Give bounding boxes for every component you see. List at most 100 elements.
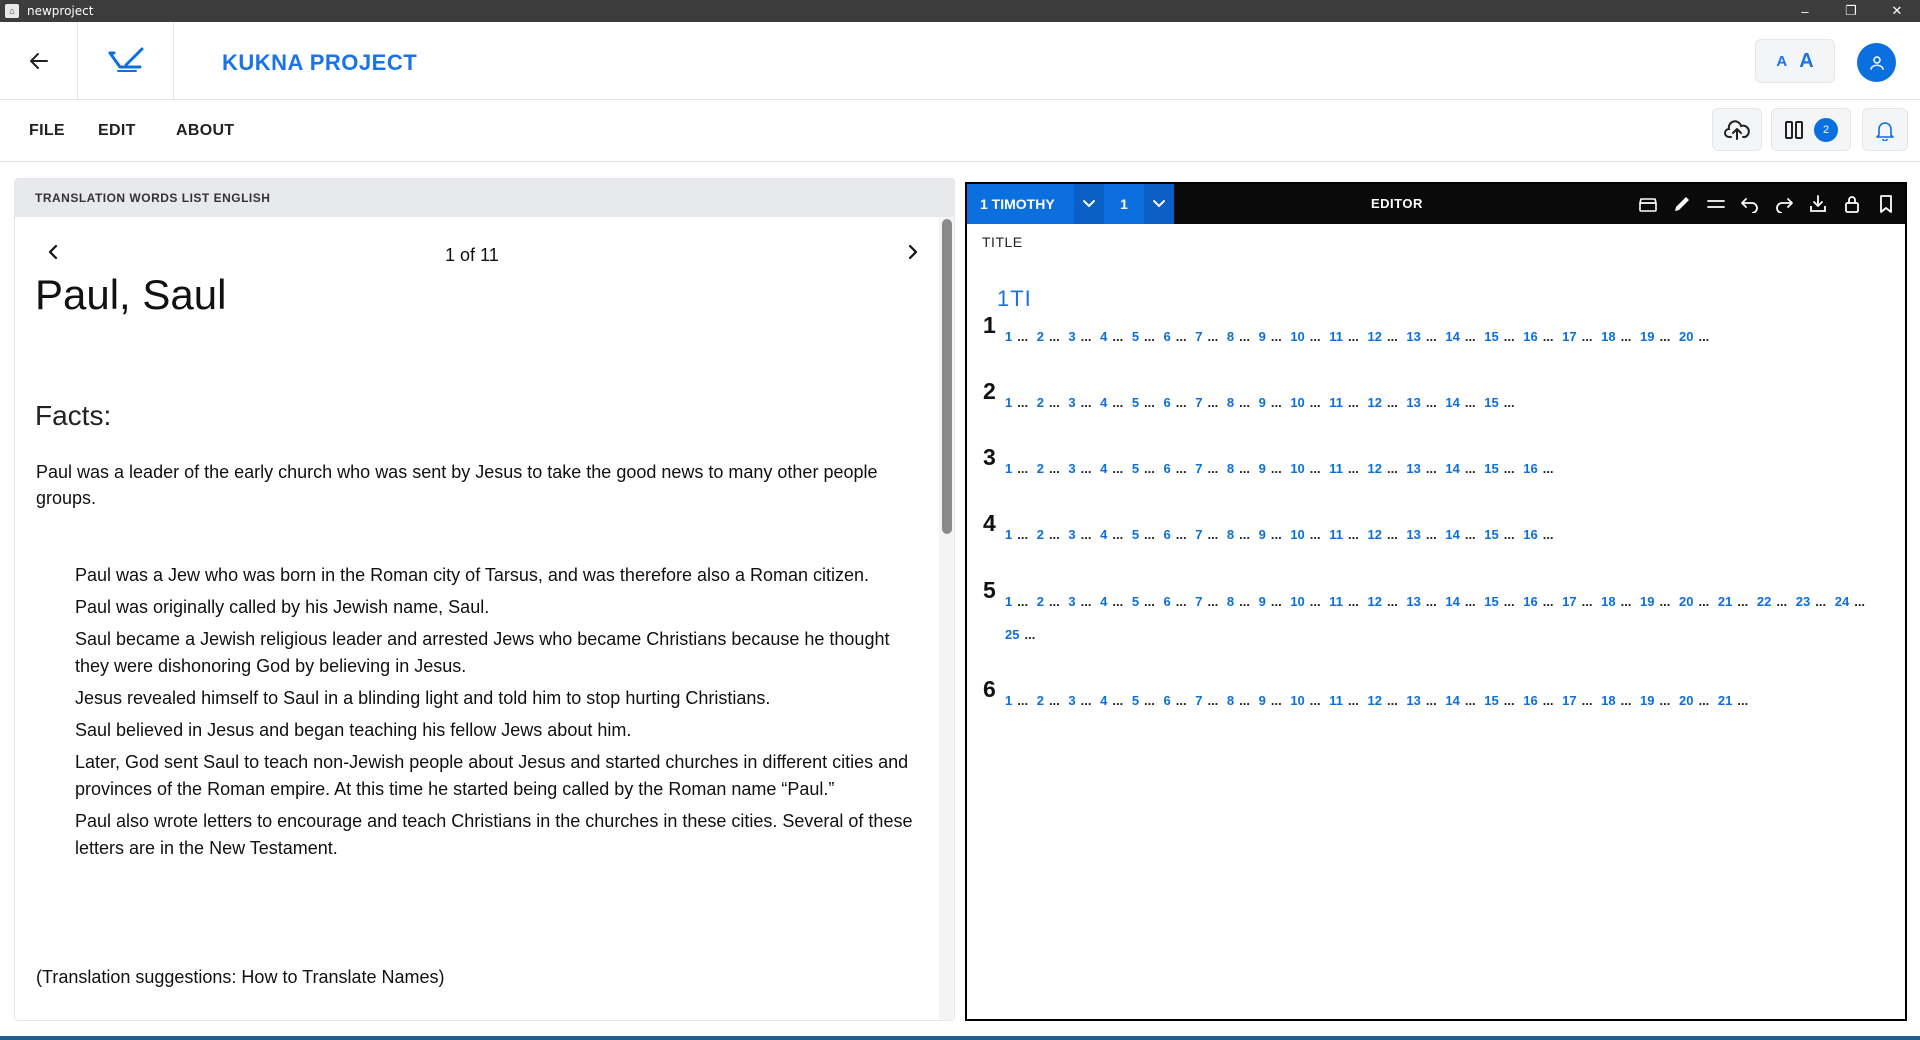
verse-number[interactable]: 12 [1367, 329, 1381, 344]
verse-placeholder[interactable]: ... [1815, 594, 1826, 609]
verse-number[interactable]: 7 [1195, 329, 1202, 344]
verse-placeholder[interactable]: ... [1207, 329, 1218, 344]
verse-number[interactable]: 15 [1484, 693, 1498, 708]
verse-number[interactable]: 2 [1037, 693, 1044, 708]
verse-placeholder[interactable]: ... [1348, 693, 1359, 708]
verse-placeholder[interactable]: ... [1017, 693, 1028, 708]
verse-placeholder[interactable]: ... [1176, 693, 1187, 708]
verse-number[interactable]: 10 [1290, 594, 1304, 609]
verse-placeholder[interactable]: ... [1112, 527, 1123, 542]
verse-number[interactable]: 6 [1164, 395, 1171, 410]
verse-number[interactable]: 11 [1329, 461, 1343, 476]
chapter-selector[interactable]: 1 [1104, 184, 1144, 224]
verse-number[interactable]: 18 [1601, 693, 1615, 708]
verse-placeholder[interactable]: ... [1239, 693, 1250, 708]
verse-number[interactable]: 16 [1523, 527, 1537, 542]
verse-placeholder[interactable]: ... [1348, 395, 1359, 410]
verse-number[interactable]: 7 [1195, 395, 1202, 410]
verse-number[interactable]: 7 [1195, 527, 1202, 542]
verse-placeholder[interactable]: ... [1207, 693, 1218, 708]
pen-button[interactable] [1671, 193, 1693, 215]
close-button[interactable]: ✕ [1874, 0, 1920, 22]
verse-number[interactable]: 14 [1445, 329, 1459, 344]
verse-placeholder[interactable]: ... [1776, 594, 1787, 609]
verse-number[interactable]: 14 [1445, 527, 1459, 542]
verse-number[interactable]: 24 [1835, 594, 1849, 609]
verse-placeholder[interactable]: ... [1112, 395, 1123, 410]
verse-number[interactable]: 9 [1259, 461, 1266, 476]
verse-placeholder[interactable]: ... [1698, 594, 1709, 609]
notifications-button[interactable] [1862, 108, 1908, 151]
verse-number[interactable]: 4 [1100, 594, 1107, 609]
verse-number[interactable]: 2 [1037, 395, 1044, 410]
verse-number[interactable]: 6 [1164, 693, 1171, 708]
verse-placeholder[interactable]: ... [1112, 461, 1123, 476]
verse-number[interactable]: 17 [1562, 594, 1576, 609]
verse-placeholder[interactable]: ... [1239, 395, 1250, 410]
verse-placeholder[interactable]: ... [1348, 329, 1359, 344]
minimize-button[interactable]: – [1782, 0, 1828, 22]
verse-placeholder[interactable]: ... [1017, 329, 1028, 344]
verse-placeholder[interactable]: ... [1017, 461, 1028, 476]
book-selector[interactable]: 1 TIMOTHY [967, 184, 1074, 224]
verse-placeholder[interactable]: ... [1112, 594, 1123, 609]
verse-number[interactable]: 2 [1037, 329, 1044, 344]
verse-placeholder[interactable]: ... [1387, 693, 1398, 708]
menu-edit[interactable]: EDIT [98, 122, 136, 140]
verse-number[interactable]: 17 [1562, 329, 1576, 344]
book-dropdown-button[interactable] [1074, 184, 1104, 224]
verse-number[interactable]: 1 [1005, 395, 1012, 410]
verse-placeholder[interactable]: ... [1387, 527, 1398, 542]
download-button[interactable] [1807, 193, 1829, 215]
font-size-button[interactable]: A A [1755, 39, 1835, 83]
verse-number[interactable]: 4 [1100, 329, 1107, 344]
verse-number[interactable]: 8 [1227, 461, 1234, 476]
verse-placeholder[interactable]: ... [1621, 329, 1632, 344]
verse-number[interactable]: 21 [1718, 693, 1732, 708]
verse-number[interactable]: 5 [1132, 395, 1139, 410]
verse-number[interactable]: 13 [1406, 329, 1420, 344]
verse-number[interactable]: 8 [1227, 693, 1234, 708]
verse-number[interactable]: 12 [1367, 594, 1381, 609]
verse-number[interactable]: 3 [1068, 527, 1075, 542]
verse-placeholder[interactable]: ... [1310, 527, 1321, 542]
verse-number[interactable]: 15 [1484, 461, 1498, 476]
verse-number[interactable]: 4 [1100, 693, 1107, 708]
verse-number[interactable]: 20 [1679, 329, 1693, 344]
verse-number[interactable]: 16 [1523, 329, 1537, 344]
verse-placeholder[interactable]: ... [1049, 329, 1060, 344]
verse-number[interactable]: 8 [1227, 395, 1234, 410]
verse-placeholder[interactable]: ... [1239, 594, 1250, 609]
verse-number[interactable]: 25 [1005, 627, 1019, 642]
verse-placeholder[interactable]: ... [1426, 594, 1437, 609]
next-button[interactable] [901, 237, 925, 267]
verse-placeholder[interactable]: ... [1049, 594, 1060, 609]
verse-placeholder[interactable]: ... [1176, 461, 1187, 476]
verse-placeholder[interactable]: ... [1144, 527, 1155, 542]
verse-number[interactable]: 9 [1259, 527, 1266, 542]
verse-placeholder[interactable]: ... [1310, 693, 1321, 708]
verse-number[interactable]: 12 [1367, 461, 1381, 476]
verse-placeholder[interactable]: ... [1660, 329, 1671, 344]
verse-placeholder[interactable]: ... [1176, 527, 1187, 542]
verse-number[interactable]: 15 [1484, 395, 1498, 410]
verse-number[interactable]: 1 [1005, 693, 1012, 708]
verse-number[interactable]: 6 [1164, 527, 1171, 542]
verse-placeholder[interactable]: ... [1017, 527, 1028, 542]
verse-number[interactable]: 5 [1132, 527, 1139, 542]
verse-placeholder[interactable]: ... [1271, 461, 1282, 476]
verse-number[interactable]: 11 [1329, 527, 1343, 542]
sync-button[interactable] [1712, 108, 1762, 151]
verse-placeholder[interactable]: ... [1310, 461, 1321, 476]
verse-placeholder[interactable]: ... [1426, 527, 1437, 542]
verse-placeholder[interactable]: ... [1543, 693, 1554, 708]
verse-placeholder[interactable]: ... [1698, 693, 1709, 708]
verse-placeholder[interactable]: ... [1144, 693, 1155, 708]
verse-placeholder[interactable]: ... [1698, 329, 1709, 344]
verse-number[interactable]: 7 [1195, 693, 1202, 708]
verse-placeholder[interactable]: ... [1465, 395, 1476, 410]
verse-placeholder[interactable]: ... [1426, 693, 1437, 708]
verse-number[interactable]: 20 [1679, 693, 1693, 708]
verse-placeholder[interactable]: ... [1049, 395, 1060, 410]
verse-number[interactable]: 10 [1290, 395, 1304, 410]
